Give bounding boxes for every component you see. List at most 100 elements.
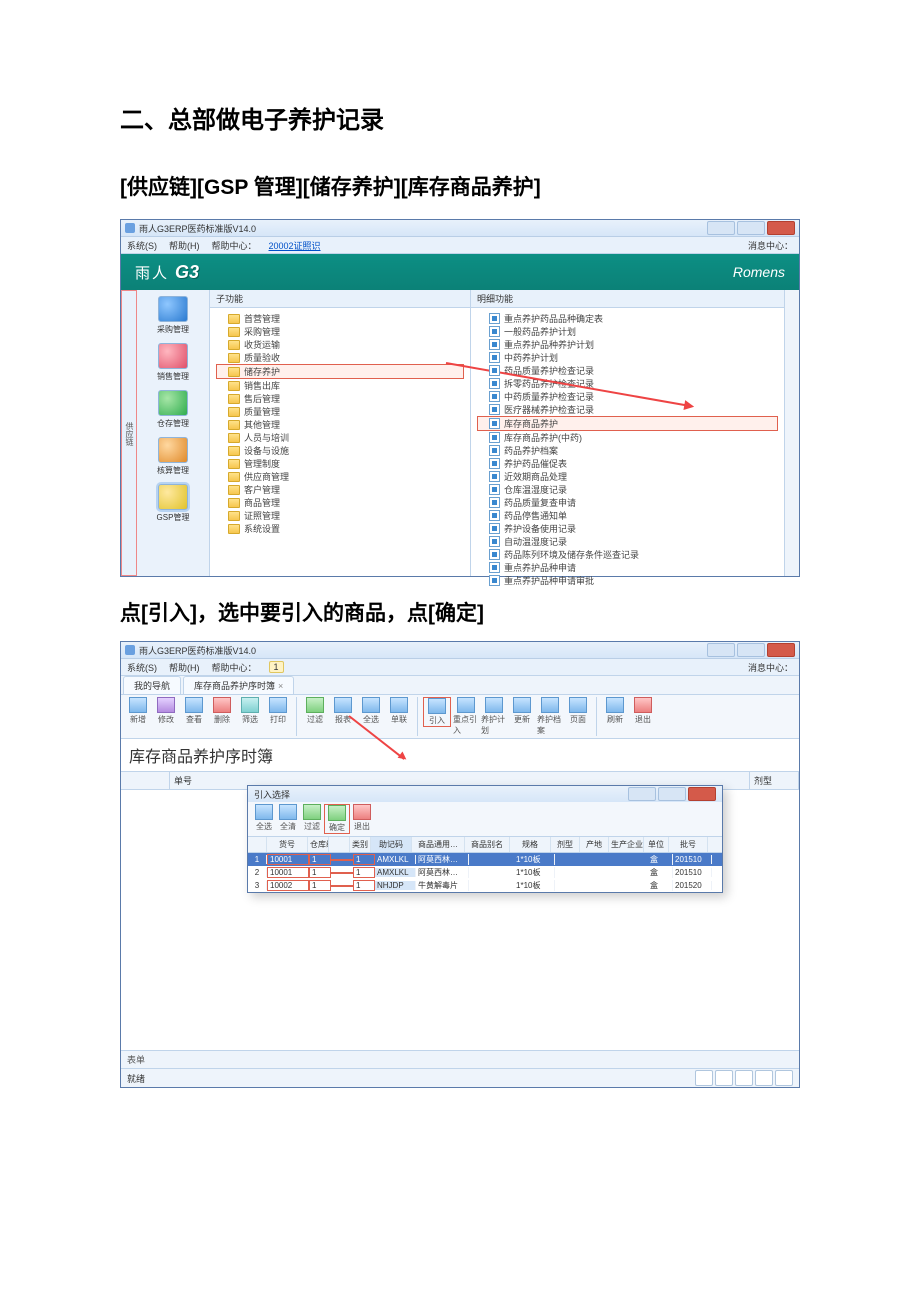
detail-item[interactable]: 重点养护品种申请审批: [477, 574, 778, 587]
menu-system[interactable]: 系统(S): [127, 239, 157, 252]
fn-button-1[interactable]: [735, 1070, 753, 1086]
minimize-button[interactable]: [707, 221, 735, 235]
dlg-toolbar-全清[interactable]: 全清: [276, 804, 300, 834]
toolbar-过滤[interactable]: 过滤: [302, 697, 328, 725]
dlg-toolbar-全选[interactable]: 全选: [252, 804, 276, 834]
dlg-col-header[interactable]: 货号: [267, 837, 308, 852]
nav-item-核算管理[interactable]: 核算管理: [157, 437, 189, 476]
cert-link[interactable]: 20002证照识: [269, 239, 321, 252]
dlg-col-header[interactable]: [329, 837, 350, 852]
tree-item[interactable]: 管理制度: [216, 457, 464, 470]
nav-item-GSP管理[interactable]: GSP管理: [157, 484, 190, 523]
minimize-button[interactable]: [707, 643, 735, 657]
detail-item[interactable]: 中药质量养护检查记录: [477, 390, 778, 403]
tab-close-icon[interactable]: ×: [278, 681, 283, 691]
toolbar-查看[interactable]: 查看: [181, 697, 207, 725]
toolbar-更新[interactable]: 更新: [509, 697, 535, 725]
toolbar-单联[interactable]: 单联: [386, 697, 412, 725]
dlg-max-button[interactable]: [658, 787, 686, 801]
detail-item[interactable]: 药品陈列环境及储存条件巡查记录: [477, 548, 778, 561]
dlg-col-header[interactable]: 批号: [669, 837, 708, 852]
tree-item[interactable]: 客户管理: [216, 483, 464, 496]
toolbar-刷新[interactable]: 刷新: [602, 697, 628, 725]
detail-item[interactable]: 库存商品养护: [477, 416, 778, 431]
dlg-col-header[interactable]: 生产企业: [609, 837, 644, 852]
detail-item[interactable]: 仓库温湿度记录: [477, 483, 778, 496]
tree-item[interactable]: 其他管理: [216, 418, 464, 431]
detail-item[interactable]: 近效期商品处理: [477, 470, 778, 483]
dlg-row[interactable]: 11000111AMXLKL阿莫西林…1*10板盒201510: [248, 853, 722, 866]
toolbar-养护计划[interactable]: 养护计划: [481, 697, 507, 736]
nav-item-仓存管理[interactable]: 仓存管理: [157, 390, 189, 429]
nav-item-采购管理[interactable]: 采购管理: [157, 296, 189, 335]
toolbar-报表[interactable]: 报表: [330, 697, 356, 725]
col-dosage[interactable]: 剂型: [750, 772, 799, 789]
toolbar-养护档案[interactable]: 养护档案: [537, 697, 563, 736]
tab-maintenance-list[interactable]: 库存商品养护序时簿×: [183, 676, 294, 694]
close-button[interactable]: [767, 221, 795, 235]
detail-item[interactable]: 重点养护品种申请: [477, 561, 778, 574]
toolbar-修改[interactable]: 修改: [153, 697, 179, 725]
dlg-toolbar-确定[interactable]: 确定: [324, 804, 350, 834]
toolbar-筛选[interactable]: 筛选: [237, 697, 263, 725]
dlg-close-button[interactable]: [688, 787, 716, 801]
dlg-col-header[interactable]: 规格: [510, 837, 551, 852]
tree-item[interactable]: 销售出库: [216, 379, 464, 392]
maximize-button[interactable]: [737, 643, 765, 657]
detail-item[interactable]: 养护设备使用记录: [477, 522, 778, 535]
detail-item[interactable]: 医疗器械养护检查记录: [477, 403, 778, 416]
dlg-col-header[interactable]: 仓库编号: [308, 837, 329, 852]
toolbar-引入[interactable]: 引入: [423, 697, 451, 727]
toolbar-重点引入[interactable]: 重点引入: [453, 697, 479, 736]
detail-item[interactable]: 重点养护品种养护计划: [477, 338, 778, 351]
dlg-col-header[interactable]: 商品别名: [465, 837, 510, 852]
dlg-col-header[interactable]: 助记码: [371, 837, 412, 852]
menu-help[interactable]: 帮助(H): [169, 661, 200, 674]
detail-item[interactable]: 拆零药品养护检查记录: [477, 377, 778, 390]
tree-item[interactable]: 证照管理: [216, 509, 464, 522]
toolbar-新增[interactable]: 新增: [125, 697, 151, 725]
tree-item[interactable]: 质量管理: [216, 405, 464, 418]
tree-item[interactable]: 设备与设施: [216, 444, 464, 457]
detail-item[interactable]: 库存商品养护(中药): [477, 431, 778, 444]
detail-item[interactable]: 中药养护计划: [477, 351, 778, 364]
tree-item[interactable]: 系统设置: [216, 522, 464, 535]
menu-help[interactable]: 帮助(H): [169, 239, 200, 252]
detail-item[interactable]: 药品质量复查申请: [477, 496, 778, 509]
dlg-min-button[interactable]: [628, 787, 656, 801]
menu-system[interactable]: 系统(S): [127, 661, 157, 674]
dlg-row[interactable]: 21000111AMXLKL阿莫西林…1*10板盒201510: [248, 866, 722, 879]
tree-item[interactable]: 采购管理: [216, 325, 464, 338]
toolbar-退出[interactable]: 退出: [630, 697, 656, 725]
tree-item[interactable]: 首营管理: [216, 312, 464, 325]
tree-item[interactable]: 售后管理: [216, 392, 464, 405]
toolbar-全选[interactable]: 全选: [358, 697, 384, 725]
lang-button[interactable]: [715, 1070, 733, 1086]
detail-item[interactable]: 药品停售通知单: [477, 509, 778, 522]
footer-form[interactable]: 表单: [121, 1050, 799, 1068]
dlg-col-header[interactable]: 单位: [644, 837, 669, 852]
alert-badge[interactable]: 1: [269, 661, 284, 673]
detail-item[interactable]: 药品养护档案: [477, 444, 778, 457]
nav-item-销售管理[interactable]: 销售管理: [157, 343, 189, 382]
vtab-supply-chain[interactable]: 供应链: [121, 290, 137, 576]
dlg-col-header[interactable]: 类别: [350, 837, 371, 852]
toolbar-页面[interactable]: 页面: [565, 697, 591, 725]
dlg-col-header[interactable]: 剂型: [551, 837, 580, 852]
dlg-col-header[interactable]: 商品通用…: [412, 837, 465, 852]
tree-item[interactable]: 储存养护: [216, 364, 464, 379]
detail-item[interactable]: 养护药品催促表: [477, 457, 778, 470]
dlg-col-header[interactable]: 产地: [580, 837, 609, 852]
tree-item[interactable]: 供应商管理: [216, 470, 464, 483]
tree-item[interactable]: 收货运输: [216, 338, 464, 351]
detail-item[interactable]: 一般药品养护计划: [477, 325, 778, 338]
fn-button-3[interactable]: [775, 1070, 793, 1086]
tree-item[interactable]: 人员与培训: [216, 431, 464, 444]
dlg-toolbar-退出[interactable]: 退出: [350, 804, 374, 834]
detail-item[interactable]: 重点养护药品品种确定表: [477, 312, 778, 325]
dlg-row[interactable]: 31000211NHJDP牛黄解毒片1*10板盒201520: [248, 879, 722, 892]
tree-item[interactable]: 质量验收: [216, 351, 464, 364]
detail-item[interactable]: 自动温湿度记录: [477, 535, 778, 548]
dlg-col-header[interactable]: [248, 837, 267, 852]
tree-item[interactable]: 商品管理: [216, 496, 464, 509]
